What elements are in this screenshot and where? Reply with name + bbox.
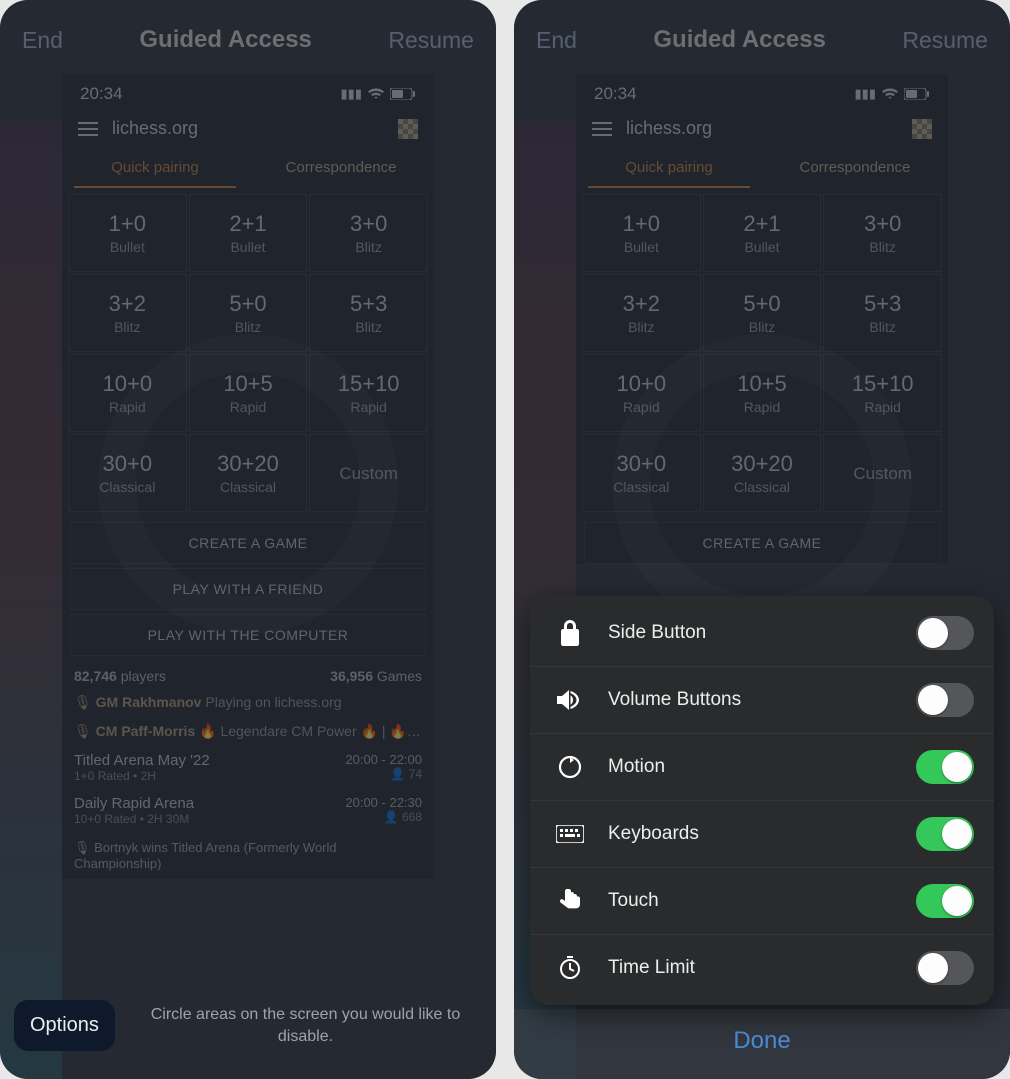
- menu-icon[interactable]: [592, 122, 612, 136]
- wifi-icon: [368, 88, 384, 100]
- toggle-time-limit[interactable]: [916, 951, 974, 985]
- tournament-row[interactable]: Titled Arena May '221+0 Rated • 2H 20:00…: [62, 746, 434, 789]
- option-side-button: Side Button: [530, 600, 994, 667]
- signal-icon: ▮▮▮: [341, 86, 362, 102]
- clock: 20:34: [80, 84, 123, 104]
- option-label: Touch: [608, 890, 916, 912]
- news-row[interactable]: 🎙 Bortnyk wins Titled Arena (Formerly Wo…: [62, 832, 434, 879]
- tc-tile[interactable]: 2+1Bullet: [189, 194, 308, 272]
- battery-icon: [904, 88, 930, 100]
- status-bar: 20:34 ▮▮▮: [62, 74, 434, 110]
- option-label: Keyboards: [608, 823, 916, 845]
- option-label: Side Button: [608, 622, 916, 644]
- guided-access-screen-left: End Guided Access Resume 20:34 ▮▮▮ liche…: [0, 0, 496, 1079]
- lock-icon: [550, 620, 590, 646]
- stream-row[interactable]: 🎙 CM Paff-Morris 🔥 Legendare CM Power 🔥 …: [62, 717, 434, 746]
- app-preview: 20:34 ▮▮▮ lichess.org Quick pairing Corr…: [62, 74, 434, 879]
- wallpaper-edge: [0, 120, 62, 1079]
- battery-icon: [390, 88, 416, 100]
- clock: 20:34: [594, 84, 637, 104]
- tc-tile[interactable]: 3+2Blitz: [582, 274, 701, 352]
- guided-access-header: End Guided Access Resume: [0, 0, 496, 74]
- watermark-ring: [612, 334, 912, 634]
- tab-correspondence[interactable]: Correspondence: [762, 149, 948, 188]
- stats-row: 82,746 players 36,956 Games: [62, 660, 434, 688]
- option-label: Time Limit: [608, 957, 916, 979]
- tab-quick-pairing[interactable]: Quick pairing: [62, 149, 248, 188]
- site-title: lichess.org: [112, 118, 198, 139]
- tc-tile[interactable]: 3+0Blitz: [823, 194, 942, 272]
- toggle-keyboards[interactable]: [916, 817, 974, 851]
- tabs: Quick pairing Correspondence: [576, 149, 948, 188]
- option-touch: Touch: [530, 868, 994, 935]
- guided-access-title: Guided Access: [139, 26, 312, 54]
- option-volume-buttons: Volume Buttons: [530, 667, 994, 734]
- tabs: Quick pairing Correspondence: [62, 149, 434, 188]
- guided-access-header: End Guided Access Resume: [514, 0, 1010, 74]
- toggle-motion[interactable]: [916, 750, 974, 784]
- guided-access-bottom-bar: Options Circle areas on the screen you w…: [0, 986, 496, 1079]
- board-icon[interactable]: [912, 119, 932, 139]
- options-button[interactable]: Options: [14, 1000, 115, 1051]
- resume-button[interactable]: Resume: [902, 27, 988, 54]
- option-keyboards: Keyboards: [530, 801, 994, 868]
- status-icons: ▮▮▮: [855, 86, 930, 102]
- tournament-row[interactable]: Daily Rapid Arena10+0 Rated • 2H 30M 20:…: [62, 789, 434, 832]
- tab-correspondence[interactable]: Correspondence: [248, 149, 434, 188]
- wifi-icon: [882, 88, 898, 100]
- menu-icon[interactable]: [78, 122, 98, 136]
- circle-hint-text: Circle areas on the screen you would lik…: [129, 1004, 482, 1047]
- board-icon[interactable]: [398, 119, 418, 139]
- tc-tile[interactable]: 1+0Bullet: [582, 194, 701, 272]
- done-button[interactable]: Done: [514, 1009, 1010, 1079]
- end-button[interactable]: End: [22, 27, 63, 54]
- option-motion: Motion: [530, 734, 994, 801]
- tc-tile[interactable]: 1+0Bullet: [68, 194, 187, 272]
- toggle-volume-buttons[interactable]: [916, 683, 974, 717]
- app-preview: 20:34 ▮▮▮ lichess.org Quick pairing Corr…: [576, 74, 948, 564]
- end-button[interactable]: End: [536, 27, 577, 54]
- toggle-touch[interactable]: [916, 884, 974, 918]
- tab-quick-pairing[interactable]: Quick pairing: [576, 149, 762, 188]
- signal-icon: ▮▮▮: [855, 86, 876, 102]
- stream-row[interactable]: 🎙 GM Rakhmanov Playing on lichess.org: [62, 688, 434, 717]
- app-bar: lichess.org: [62, 110, 434, 149]
- option-label: Volume Buttons: [608, 689, 916, 711]
- guided-access-title: Guided Access: [653, 26, 826, 54]
- timer-icon: [550, 955, 590, 981]
- watermark-ring: [98, 334, 398, 634]
- resume-button[interactable]: Resume: [388, 27, 474, 54]
- tc-tile[interactable]: 3+2Blitz: [68, 274, 187, 352]
- options-panel: Side Button Volume Buttons Motion Keyboa…: [530, 596, 994, 1005]
- tc-tile[interactable]: 5+3Blitz: [309, 274, 428, 352]
- option-label: Motion: [608, 756, 916, 778]
- tc-tile[interactable]: 5+3Blitz: [823, 274, 942, 352]
- guided-access-screen-right: End Guided Access Resume 20:34 ▮▮▮ liche…: [514, 0, 1010, 1079]
- option-time-limit: Time Limit: [530, 935, 994, 1001]
- volume-icon: [550, 689, 590, 711]
- status-bar: 20:34 ▮▮▮: [576, 74, 948, 110]
- toggle-side-button[interactable]: [916, 616, 974, 650]
- keyboard-icon: [550, 825, 590, 843]
- tc-tile[interactable]: 2+1Bullet: [703, 194, 822, 272]
- site-title: lichess.org: [626, 118, 712, 139]
- app-bar: lichess.org: [576, 110, 948, 149]
- tc-tile[interactable]: 3+0Blitz: [309, 194, 428, 272]
- status-icons: ▮▮▮: [341, 86, 416, 102]
- touch-icon: [550, 887, 590, 915]
- motion-icon: [550, 754, 590, 780]
